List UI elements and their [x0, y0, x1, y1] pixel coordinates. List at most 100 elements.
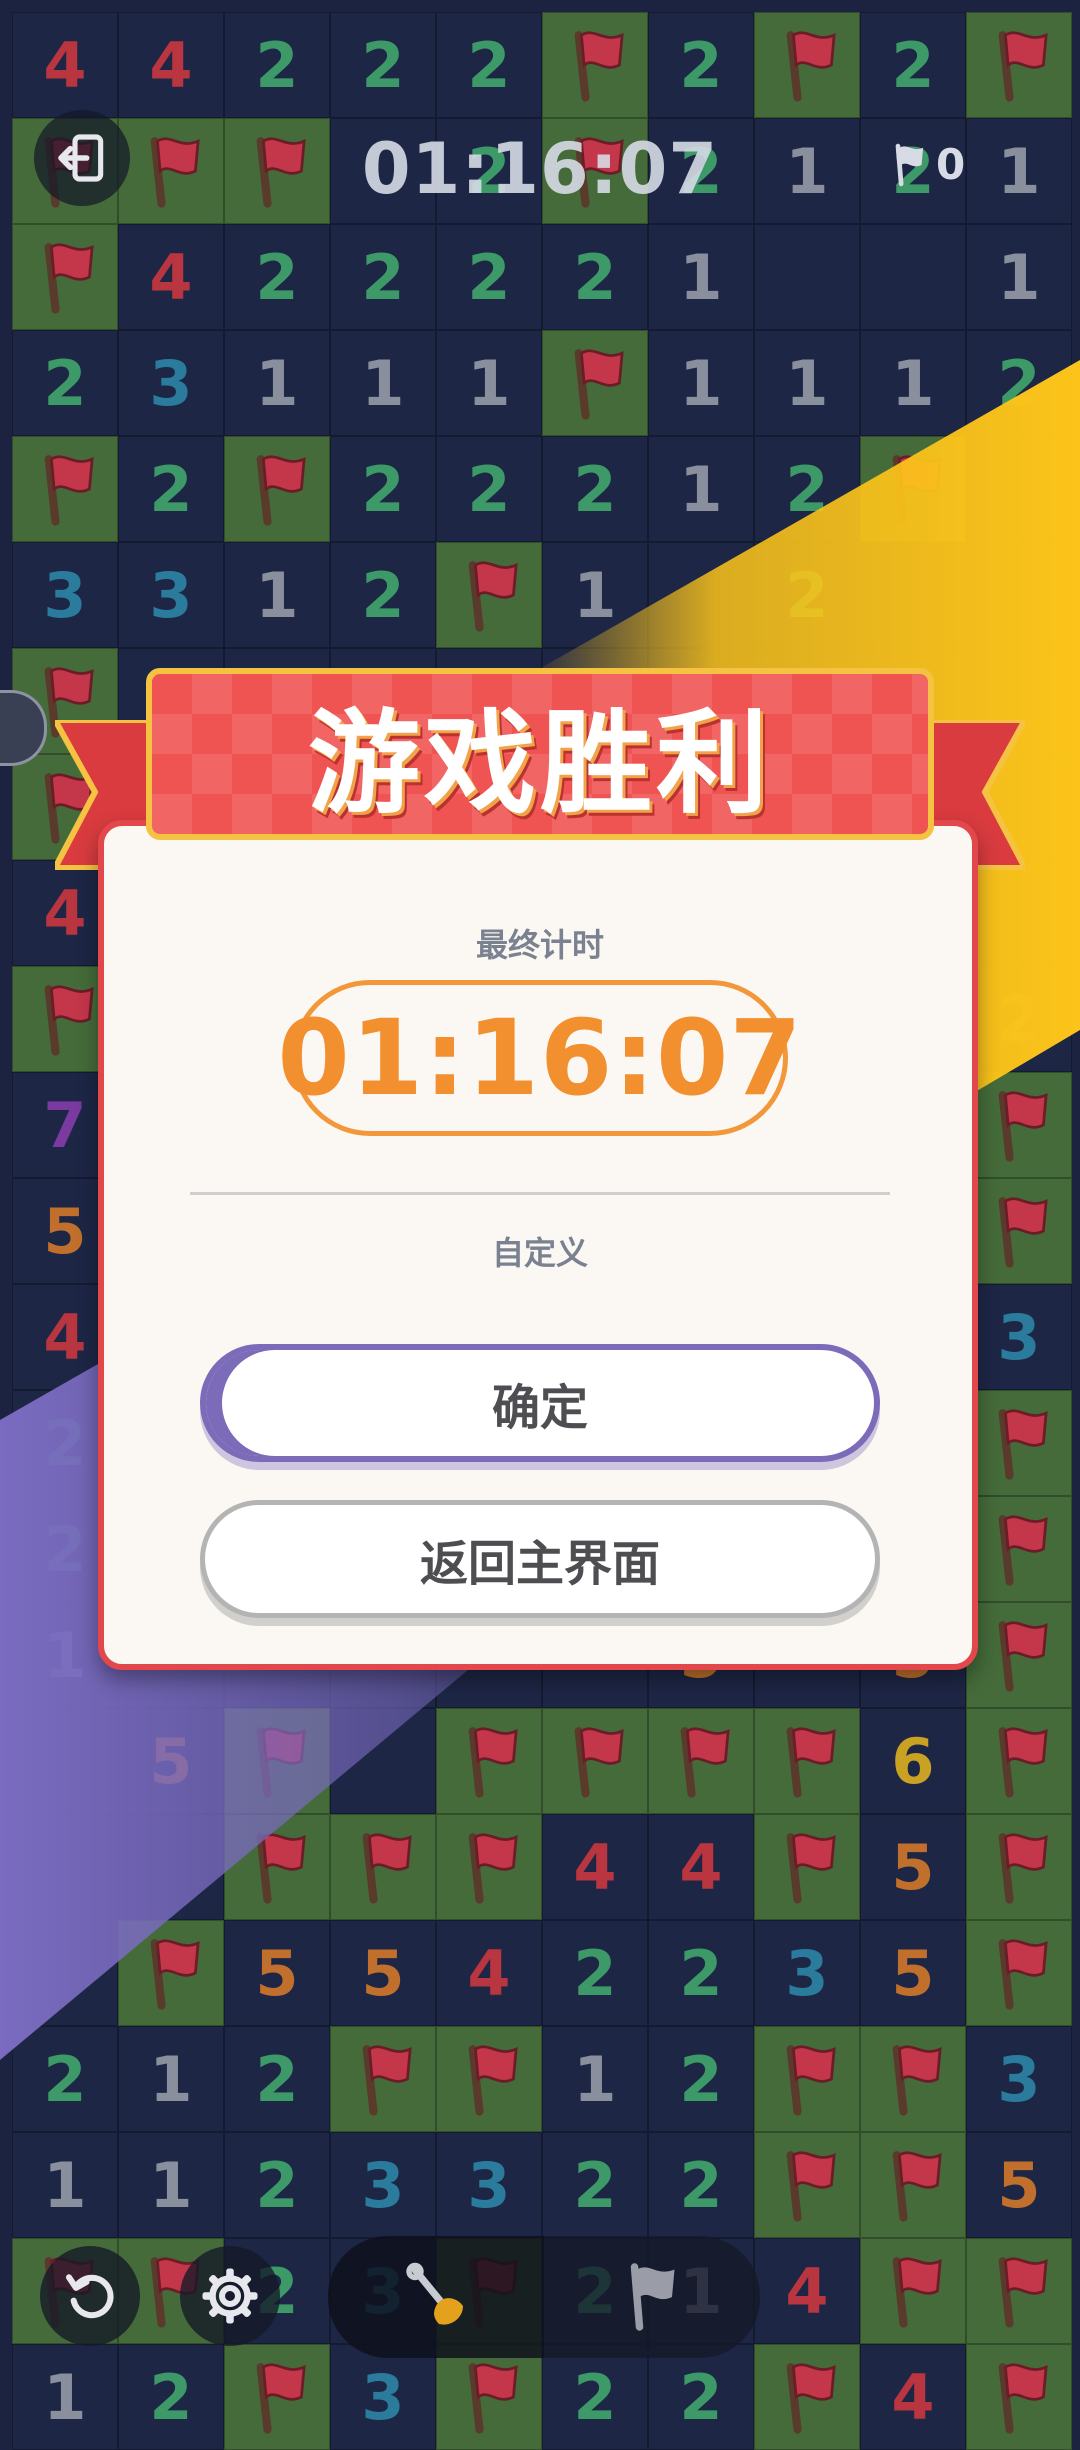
number-cell[interactable]: 1	[330, 330, 436, 436]
flag-cell[interactable]	[754, 2026, 860, 2132]
flag-cell[interactable]	[966, 1708, 1072, 1814]
number-cell[interactable]: 5	[118, 1708, 224, 1814]
covered-cell[interactable]	[330, 1708, 436, 1814]
number-cell[interactable]: 3	[436, 2132, 542, 2238]
number-cell[interactable]: 1	[224, 542, 330, 648]
number-cell[interactable]: 2	[648, 12, 754, 118]
number-cell[interactable]: 1	[436, 330, 542, 436]
number-cell[interactable]: 2	[436, 12, 542, 118]
number-cell[interactable]: 2	[224, 12, 330, 118]
number-cell[interactable]: 5	[860, 1920, 966, 2026]
number-cell[interactable]: 4	[118, 224, 224, 330]
number-cell[interactable]: 2	[330, 436, 436, 542]
number-cell[interactable]: 1	[860, 330, 966, 436]
flag-cell[interactable]	[436, 2344, 542, 2450]
number-cell[interactable]: 2	[436, 436, 542, 542]
number-cell[interactable]: 1	[12, 2132, 118, 2238]
number-cell[interactable]: 1	[118, 2132, 224, 2238]
flag-cell[interactable]	[754, 1814, 860, 1920]
flag-cell[interactable]	[860, 436, 966, 542]
number-cell[interactable]: 2	[754, 436, 860, 542]
number-cell[interactable]: 2	[12, 330, 118, 436]
number-cell[interactable]: 2	[966, 966, 1072, 1072]
number-cell[interactable]: 3	[118, 330, 224, 436]
number-cell[interactable]: 1	[648, 330, 754, 436]
flag-cell[interactable]	[436, 1814, 542, 1920]
covered-cell[interactable]	[860, 224, 966, 330]
number-cell[interactable]: 4	[436, 1920, 542, 2026]
number-cell[interactable]: 4	[118, 12, 224, 118]
undo-button[interactable]	[40, 2246, 140, 2346]
number-cell[interactable]: 5	[966, 2132, 1072, 2238]
covered-cell[interactable]	[648, 542, 754, 648]
return-home-button[interactable]: 返回主界面	[200, 1500, 880, 1618]
number-cell[interactable]: 2	[542, 2344, 648, 2450]
flag-cell[interactable]	[966, 1920, 1072, 2026]
number-cell[interactable]: 2	[330, 542, 436, 648]
number-cell[interactable]: 2	[330, 224, 436, 330]
flag-tool[interactable]	[544, 2236, 760, 2358]
flag-cell[interactable]	[224, 1708, 330, 1814]
number-cell[interactable]: 5	[224, 1920, 330, 2026]
tool-switch[interactable]	[328, 2236, 760, 2358]
number-cell[interactable]: 4	[860, 2344, 966, 2450]
covered-cell[interactable]	[966, 542, 1072, 648]
number-cell[interactable]: 5	[330, 1920, 436, 2026]
number-cell[interactable]: 2	[966, 330, 1072, 436]
number-cell[interactable]: 6	[860, 1708, 966, 1814]
flag-cell[interactable]	[754, 1708, 860, 1814]
number-cell[interactable]: 2	[860, 12, 966, 118]
flag-cell[interactable]	[224, 2344, 330, 2450]
flag-cell[interactable]	[966, 2238, 1072, 2344]
number-cell[interactable]: 2	[542, 1920, 648, 2026]
number-cell[interactable]: 1	[542, 2026, 648, 2132]
flag-cell[interactable]	[754, 2132, 860, 2238]
number-cell[interactable]: 3	[12, 542, 118, 648]
covered-cell[interactable]	[118, 1814, 224, 1920]
flag-cell[interactable]	[754, 2344, 860, 2450]
number-cell[interactable]: 2	[542, 224, 648, 330]
flag-cell[interactable]	[542, 1708, 648, 1814]
flag-cell[interactable]	[860, 2238, 966, 2344]
number-cell[interactable]: 3	[966, 1284, 1072, 1390]
number-cell[interactable]: 2	[224, 2026, 330, 2132]
number-cell[interactable]: 1	[224, 330, 330, 436]
flag-cell[interactable]	[860, 2132, 966, 2238]
flag-cell[interactable]	[648, 1708, 754, 1814]
number-cell[interactable]: 3	[330, 2344, 436, 2450]
flag-cell[interactable]	[966, 1814, 1072, 1920]
flag-cell[interactable]	[966, 12, 1072, 118]
covered-cell[interactable]	[966, 436, 1072, 542]
dig-tool[interactable]	[328, 2236, 544, 2358]
number-cell[interactable]: 2	[224, 2132, 330, 2238]
number-cell[interactable]: 1	[12, 2344, 118, 2450]
covered-cell[interactable]	[12, 1814, 118, 1920]
flag-cell[interactable]	[12, 436, 118, 542]
number-cell[interactable]: 2	[648, 1920, 754, 2026]
confirm-button[interactable]: 确定	[200, 1344, 880, 1462]
flag-cell[interactable]	[12, 224, 118, 330]
number-cell[interactable]: 2	[648, 2344, 754, 2450]
covered-cell[interactable]	[754, 224, 860, 330]
covered-cell[interactable]	[860, 542, 966, 648]
flag-cell[interactable]	[436, 2026, 542, 2132]
flag-cell[interactable]	[966, 1602, 1072, 1708]
number-cell[interactable]: 1	[966, 224, 1072, 330]
flag-cell[interactable]	[330, 1814, 436, 1920]
number-cell[interactable]: 2	[118, 2344, 224, 2450]
flag-cell[interactable]	[330, 2026, 436, 2132]
number-cell[interactable]: 4	[12, 12, 118, 118]
flag-cell[interactable]	[224, 436, 330, 542]
flag-cell[interactable]	[860, 2026, 966, 2132]
number-cell[interactable]: 1	[118, 2026, 224, 2132]
number-cell[interactable]: 5	[860, 1814, 966, 1920]
number-cell[interactable]: 3	[330, 2132, 436, 2238]
number-cell[interactable]: 1	[754, 330, 860, 436]
flag-cell[interactable]	[436, 542, 542, 648]
covered-cell[interactable]	[12, 1708, 118, 1814]
number-cell[interactable]: 4	[754, 2238, 860, 2344]
number-cell[interactable]: 2	[542, 2132, 648, 2238]
number-cell[interactable]: 3	[754, 1920, 860, 2026]
number-cell[interactable]: 2	[118, 436, 224, 542]
flag-cell[interactable]	[966, 2344, 1072, 2450]
